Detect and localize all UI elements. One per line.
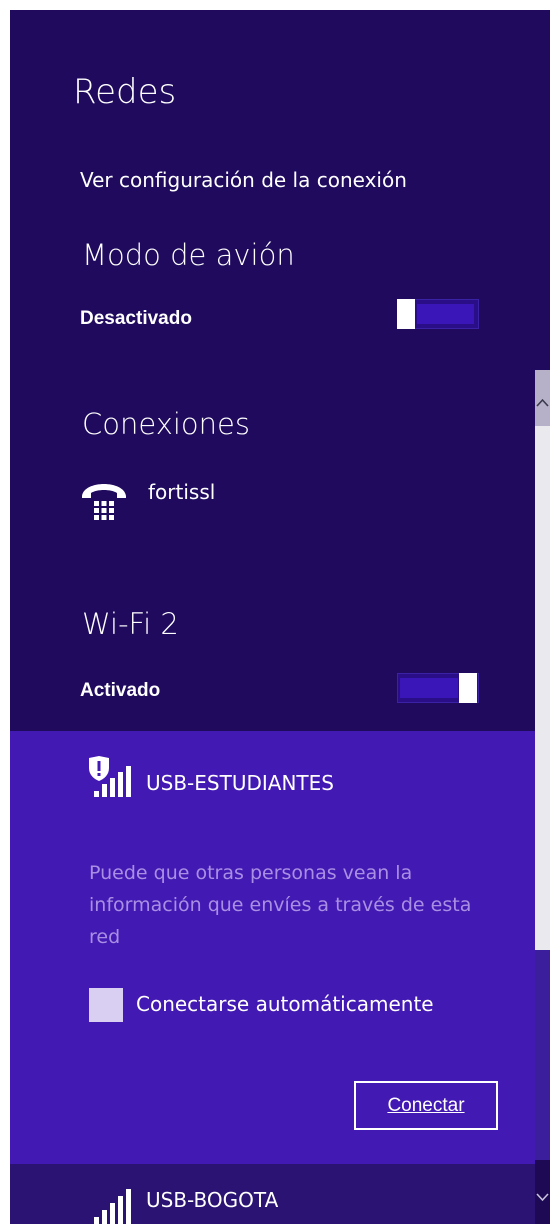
airplane-mode-toggle[interactable] — [397, 299, 479, 329]
networks-panel: Redes Ver configuración de la conexión M… — [10, 10, 550, 1224]
view-connection-settings-link[interactable]: Ver configuración de la conexión — [80, 168, 407, 192]
connect-label: Conectar — [387, 1094, 465, 1116]
scroll-thumb[interactable] — [535, 426, 550, 950]
toggle-fill — [400, 678, 458, 698]
dialup-phone-icon — [82, 484, 126, 520]
scroll-up-button[interactable] — [535, 370, 550, 426]
panel-title: Redes — [73, 72, 177, 112]
connection-name: fortissl — [148, 480, 216, 504]
toggle-knob — [397, 299, 415, 329]
wifi-heading: Wi-Fi 2 — [82, 607, 179, 641]
wifi-state: Activado — [80, 680, 161, 701]
wifi-signal-shield-icon — [89, 756, 131, 797]
airplane-mode-heading: Modo de avión — [82, 238, 295, 272]
toggle-knob — [459, 673, 477, 703]
toggle-fill — [417, 304, 474, 324]
network-item-usb-estudiantes[interactable]: USB-ESTUDIANTES Puede que otras personas… — [10, 731, 550, 1164]
network-item-usb-bogota[interactable]: USB-BOGOTA — [10, 1164, 550, 1224]
airplane-mode-state: Desactivado — [80, 308, 192, 329]
network-name: USB-ESTUDIANTES — [146, 771, 334, 795]
auto-connect-checkbox[interactable] — [89, 988, 123, 1022]
connect-button[interactable]: Conectar — [354, 1081, 498, 1130]
auto-connect-label: Conectarse automáticamente — [136, 992, 434, 1016]
wifi-signal-icon — [94, 1189, 131, 1224]
scrollbar[interactable] — [535, 370, 550, 1224]
network-name: USB-BOGOTA — [146, 1188, 279, 1212]
privacy-warning: Puede que otras personas vean la informa… — [89, 862, 472, 948]
scroll-down-button[interactable] — [535, 1160, 550, 1224]
chevron-up-icon — [536, 398, 549, 407]
connections-heading: Conexiones — [82, 407, 250, 441]
connection-item-fortissl[interactable]: fortissl — [80, 476, 480, 526]
chevron-down-icon — [536, 1193, 549, 1202]
wifi-toggle[interactable] — [397, 673, 479, 703]
